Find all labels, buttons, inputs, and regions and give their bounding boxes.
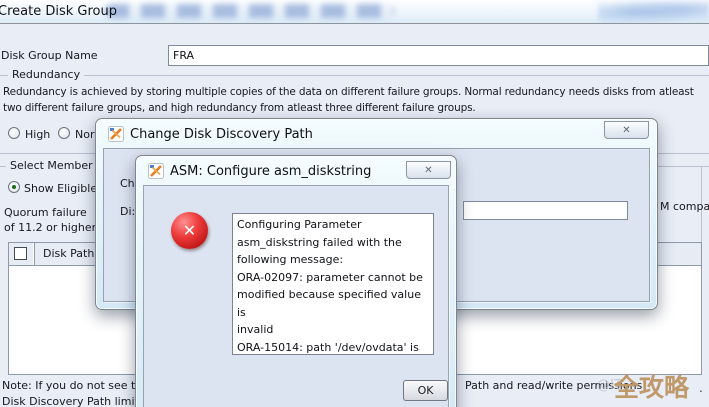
close-button[interactable]: ✕ [604, 121, 649, 139]
disk-path-column-header[interactable]: Disk Path [43, 247, 94, 260]
error-message: Configuring Parameter asm_diskstring fai… [232, 213, 434, 355]
redundancy-description-line1: Redundancy is achieved by storing multip… [3, 86, 694, 98]
close-button[interactable]: ✕ [406, 161, 451, 179]
radio-show-eligible-label: Show Eligible [24, 182, 97, 195]
close-icon: ✕ [622, 125, 630, 136]
sentence-period: . [699, 381, 703, 395]
titlebar-blur-decoration [105, 4, 395, 18]
change-path-label-fragment: Ch [120, 177, 135, 190]
app-icon [108, 126, 124, 142]
window-titlebar: Create Disk Group [0, 0, 709, 24]
radio-normal[interactable] [58, 127, 70, 139]
redundancy-group-border [0, 75, 709, 76]
app-icon [148, 163, 164, 179]
select-all-checkbox[interactable] [14, 247, 27, 260]
note-text-left-line2: Disk Discovery Path limit [2, 395, 139, 407]
watermark: 全攻略 [614, 368, 689, 404]
titlebar-blur-decoration-right [598, 0, 709, 23]
disk-group-name-input[interactable] [168, 45, 709, 66]
redundancy-group-label: Redundancy [8, 68, 84, 81]
dialog-title: ASM: Configure asm_diskstring [170, 164, 371, 179]
ok-button[interactable]: OK [403, 380, 448, 401]
window-title: Create Disk Group [0, 4, 117, 19]
asm-configure-diskstring-dialog: ASM: Configure asm_diskstring ✕ ✕ Config… [135, 155, 457, 407]
ok-button-label: OK [418, 384, 434, 397]
error-icon: ✕ [171, 212, 208, 249]
dialog-content-panel: ✕ Configuring Parameter asm_diskstring f… [143, 185, 449, 407]
disk-discovery-path-label-fragment: Di: [120, 205, 135, 218]
select-all-header-cell [9, 243, 35, 265]
asm-compatibility-text-fragment: M compatibility [660, 200, 709, 213]
close-icon: ✕ [424, 165, 432, 176]
radio-show-eligible[interactable] [8, 181, 20, 193]
radio-high[interactable] [8, 127, 20, 139]
dialog-title: Change Disk Discovery Path [130, 127, 313, 142]
disk-group-name-label: Disk Group Name [1, 49, 98, 62]
select-member-group-label: Select Member [6, 159, 97, 172]
radio-high-label: High [25, 128, 50, 141]
redundancy-description-line2: two different failure groups, and high r… [3, 102, 476, 114]
disk-discovery-path-input[interactable] [463, 201, 628, 220]
note-text-left-line1: Note: If you do not see t [2, 379, 135, 392]
error-icon-glyph: ✕ [183, 221, 196, 240]
quorum-text-line2: of 11.2 or higher [4, 221, 96, 234]
quorum-text-line1: Quorum failure [4, 206, 87, 219]
create-disk-group-window: Create Disk Group Disk Group Name Redund… [0, 0, 709, 407]
